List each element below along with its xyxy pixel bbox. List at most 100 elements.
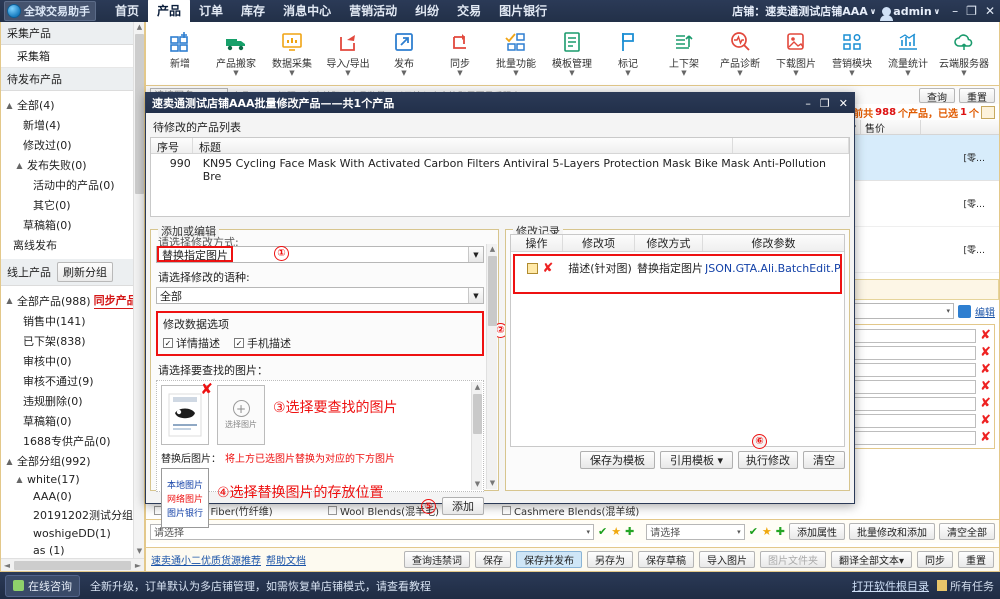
status-notice[interactable]: 全新升级，订单默认为多店铺管理，如需恢复单店铺模式，请查看教程 <box>90 578 431 594</box>
image-area-scrollbar[interactable]: ▲ ▼ <box>471 382 482 490</box>
add-attribute-button[interactable]: 添加属性 <box>789 523 845 540</box>
scroll-right-arrow[interactable]: ► <box>132 561 144 570</box>
twisty-icon[interactable]: ▲ <box>15 475 24 484</box>
network-image-option[interactable]: 网络图片 <box>167 492 203 505</box>
menu-item-product[interactable]: 产品 <box>148 0 191 22</box>
ribbon-button-batch[interactable]: 批量功能 ▼ <box>488 30 544 77</box>
check-icon[interactable]: ✔ <box>598 525 607 538</box>
tree-node-all-products[interactable]: ▲ 全部产品(988) 同步产品 <box>1 290 144 311</box>
ribbon-button-template-manage[interactable]: 模板管理 ▼ <box>544 30 600 77</box>
local-image-option[interactable]: 本地图片 <box>167 478 203 491</box>
delete-x-icon[interactable]: ✘ <box>980 430 991 445</box>
twisty-icon[interactable]: ▲ <box>5 101 14 110</box>
help-doc-link[interactable]: 帮助文档 <box>266 552 306 567</box>
sidebar-horizontal-scrollbar[interactable]: ◄ ► <box>1 558 144 571</box>
tree-node-review-rejected[interactable]: 审核不通过(9) <box>1 371 144 391</box>
delete-x-icon[interactable]: ✘ <box>980 379 991 394</box>
language-select[interactable]: 全部 ▼ <box>156 287 484 304</box>
tree-node-offline-publish[interactable]: 离线发布 <box>1 235 144 255</box>
tree-node-woshigedd[interactable]: woshigeDD(1) <box>1 525 144 542</box>
tree-node-active-products[interactable]: 活动中的产品(0) <box>1 175 144 195</box>
scroll-down-arrow[interactable]: ▼ <box>488 478 497 489</box>
user-menu[interactable]: admin ∨ <box>880 5 940 21</box>
star-icon[interactable]: ★ <box>611 525 621 538</box>
online-chat-button[interactable]: 在线咨询 <box>5 574 80 597</box>
modification-method-select[interactable]: 替换指定图片 ▼ <box>156 246 484 263</box>
tree-node-modified[interactable]: 修改过(0) <box>1 135 144 155</box>
ribbon-button-product-move[interactable]: 产品搬家 ▼ <box>208 30 264 77</box>
tree-node-others[interactable]: 其它(0) <box>1 195 144 215</box>
tree-node-violation-deleted[interactable]: 违规删除(0) <box>1 391 144 411</box>
ribbon-button-sync[interactable]: 同步 ▼ <box>432 30 488 77</box>
all-tasks-button[interactable]: 所有任务 <box>937 578 994 594</box>
save-and-publish-button[interactable]: 保存并发布 <box>515 551 582 568</box>
delete-x-icon[interactable]: ✘ <box>980 362 991 377</box>
menu-item-transaction[interactable]: 交易 <box>448 0 490 22</box>
remove-image-icon[interactable]: ✘ <box>200 380 213 398</box>
tree-node-publish-failed[interactable]: ▲ 发布失败(0) <box>1 155 144 175</box>
table-row[interactable]: ✘ 描述(针对图) 替换指定图片 JSON.GTA.Ali.BatchEdit.… <box>515 258 840 278</box>
refresh-icon[interactable] <box>958 304 971 318</box>
scroll-left-arrow[interactable]: ◄ <box>1 561 13 570</box>
scroll-up-arrow[interactable]: ▲ <box>473 382 482 393</box>
dialog-minimize-button[interactable]: – <box>805 97 811 110</box>
twisty-icon[interactable]: ▲ <box>5 457 14 466</box>
scroll-up-arrow[interactable]: ▲ <box>488 244 497 255</box>
scroll-down-arrow[interactable]: ▼ <box>135 546 144 557</box>
clear-all-button[interactable]: 清空全部 <box>939 523 995 540</box>
delete-x-icon[interactable]: ✘ <box>980 396 991 411</box>
column-settings-icon[interactable] <box>981 105 995 119</box>
menu-item-message-center[interactable]: 消息中心 <box>274 0 340 22</box>
list-item[interactable]: 990 KN95 Cycling Face Mask With Activate… <box>151 154 849 186</box>
selected-image-thumbnail[interactable]: ✘ <box>161 380 213 445</box>
ribbon-button-marketing-module[interactable]: 营销模块 ▼ <box>824 30 880 77</box>
tree-node-as[interactable]: as (1) <box>1 542 144 559</box>
reset-button[interactable]: 重置 <box>959 87 995 104</box>
open-software-dir-link[interactable]: 打开软件根目录 <box>852 578 929 594</box>
plus-icon[interactable]: ✚ <box>625 525 634 538</box>
tree-node-new[interactable]: 新增(4) <box>1 115 144 135</box>
image-location-options[interactable]: 本地图片 网络图片 图片银行 <box>161 468 209 528</box>
checkbox-mobile-description[interactable]: ✓ 手机描述 <box>234 335 291 351</box>
checkbox-icon[interactable]: ✓ <box>234 338 244 348</box>
dialog-window-controls[interactable]: – ❐ ✕ <box>805 97 848 110</box>
twisty-icon[interactable]: ▲ <box>5 296 14 305</box>
checkbox-icon[interactable]: ✓ <box>163 338 173 348</box>
delete-x-icon[interactable]: ✘ <box>543 261 554 276</box>
sidebar-item-collect-box[interactable]: 采集箱 <box>1 45 144 68</box>
attribute-select-right[interactable]: 请选择 <box>646 523 745 540</box>
twisty-icon[interactable]: ▲ <box>15 161 24 170</box>
ribbon-button-import-export[interactable]: 导入/导出 ▼ <box>320 30 376 77</box>
edit-link[interactable]: 编辑 <box>975 304 995 319</box>
refresh-group-button[interactable]: 刷新分组 <box>57 262 113 282</box>
scroll-thumb[interactable] <box>135 34 144 194</box>
clear-button[interactable]: 清空 <box>803 451 845 469</box>
chevron-down-icon[interactable]: ▼ <box>468 247 483 262</box>
ribbon-button-more[interactable]: 更多功能 ▼ <box>992 30 999 77</box>
ribbon-button-download-images[interactable]: 下载图片 ▼ <box>768 30 824 77</box>
batch-edit-add-button[interactable]: 批量修改和添加 <box>849 523 935 540</box>
hscroll-thumb[interactable] <box>14 560 131 570</box>
sync-products-link[interactable]: 同步产品 <box>93 292 138 309</box>
use-template-button[interactable]: 引用模板 ▾ <box>659 451 733 469</box>
restore-button[interactable]: ❐ <box>966 4 977 18</box>
scroll-up-arrow[interactable]: ▲ <box>135 22 144 33</box>
tree-node-test-group[interactable]: 20191202测试分组00 <box>1 505 144 525</box>
ribbon-button-data-collect[interactable]: 数据采集 ▼ <box>264 30 320 77</box>
ribbon-button-traffic-stats[interactable]: 流量统计 ▼ <box>880 30 936 77</box>
scroll-thumb[interactable] <box>488 256 497 326</box>
save-as-template-button[interactable]: 保存为模板 <box>579 451 655 469</box>
tree-node-white[interactable]: ▲ white(17) <box>1 471 144 488</box>
choose-image-button[interactable]: + 选择图片 <box>217 385 265 445</box>
tree-node-under-review[interactable]: 审核中(0) <box>1 351 144 371</box>
search-button[interactable]: 查询 <box>919 87 955 104</box>
minimize-button[interactable]: – <box>952 4 958 18</box>
ribbon-button-publish[interactable]: 发布 ▼ <box>376 30 432 77</box>
delete-x-icon[interactable]: ✘ <box>980 413 991 428</box>
menu-item-home[interactable]: 首页 <box>106 0 148 22</box>
delete-x-icon[interactable]: ✘ <box>980 345 991 360</box>
ribbon-button-mark[interactable]: 标记 ▼ <box>600 30 656 77</box>
main-menu[interactable]: 首页 产品 订单 库存 消息中心 营销活动 纠纷 交易 图片银行 <box>106 0 556 22</box>
save-as-button[interactable]: 另存为 <box>586 551 633 568</box>
ribbon-button-diagnose[interactable]: 产品诊断 ▼ <box>712 30 768 77</box>
